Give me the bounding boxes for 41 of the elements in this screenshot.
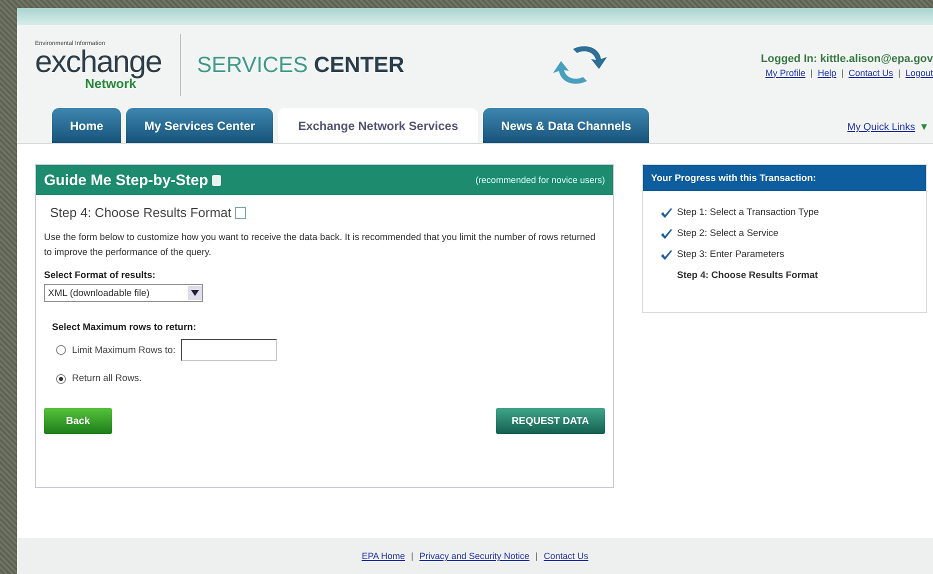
logged-in-text: Logged In: kittle.alison@epa.gov — [760, 52, 933, 64]
header-link[interactable]: Logout — [905, 68, 933, 78]
caret-icon — [191, 290, 199, 296]
footer-link[interactable]: Contact Us — [544, 551, 588, 561]
rows-label: Select Maximum rows to return: — [52, 322, 198, 333]
format-label: Select Format of results: — [44, 270, 156, 281]
logo-wordmark: exchange — [35, 46, 162, 76]
nav-tab[interactable]: Exchange Network Services — [278, 108, 478, 143]
link-separator: | — [535, 551, 538, 561]
max-rows-field[interactable] — [181, 339, 278, 361]
link-separator: | — [841, 68, 844, 78]
progress-step: Step 2: Select a Service — [677, 228, 778, 239]
progress-step: Step 1: Select a Transaction Type — [677, 207, 819, 218]
quick-links-link[interactable]: My Quick Links — [847, 122, 916, 133]
header-link[interactable]: Help — [818, 68, 836, 78]
progress-title: Your Progress with this Transaction: — [643, 165, 926, 191]
link-separator: | — [898, 68, 900, 78]
progress-step: Step 3: Enter Parameters — [677, 249, 784, 260]
radio-button[interactable] — [56, 345, 66, 355]
footer-link[interactable]: Privacy and Security Notice — [419, 551, 530, 561]
site-title: CENTER — [314, 52, 404, 78]
footer-link[interactable]: EPA Home — [362, 551, 406, 561]
link-separator: | — [810, 68, 813, 78]
header-link[interactable]: Contact Us — [848, 68, 894, 78]
option-label: Return all Rows. — [72, 373, 142, 384]
guide-title: Guide Me Step-by-Step — [44, 172, 208, 188]
progress-step: Step 4: Choose Results Format — [677, 270, 818, 281]
option-label: Limit Maximum Rows to: — [72, 344, 176, 356]
nav-tab[interactable]: News & Data Channels — [483, 108, 650, 143]
step-title: Step 4: Choose Results Format — [50, 205, 232, 220]
request-data-button[interactable]: REQUEST DATA — [496, 408, 605, 434]
format-select[interactable]: XML (downloadable file) — [44, 284, 203, 302]
header-link[interactable]: My Profile — [765, 68, 806, 78]
link-separator: | — [411, 551, 414, 561]
guide-note: (recommended for novice users) — [475, 175, 605, 185]
nav-tab[interactable]: My Services Center — [126, 108, 274, 143]
nav-tab[interactable]: Home — [52, 108, 122, 143]
caret-icon: ▼ — [919, 122, 929, 133]
site-title: SERVICES — [197, 52, 308, 78]
radio-button[interactable] — [56, 374, 66, 384]
intro-text: Use the form below to customize how you want to receive the data back. It is recommended that you limit the number of rows returned to improve the performance of the query. — [44, 231, 596, 259]
